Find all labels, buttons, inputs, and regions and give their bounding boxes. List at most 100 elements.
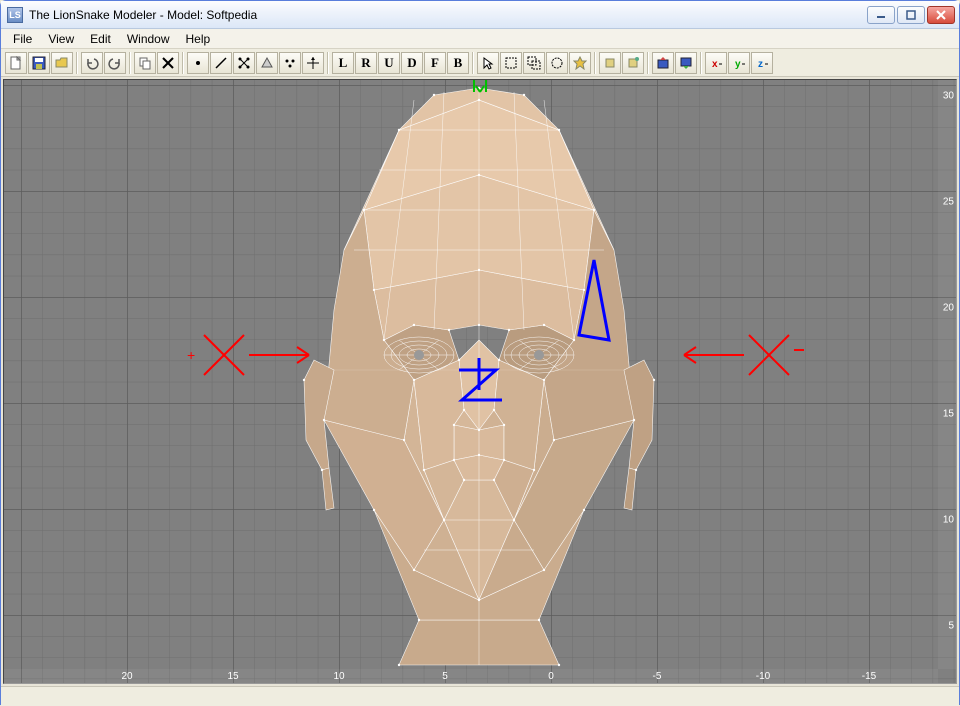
- face-tool-button[interactable]: [256, 52, 278, 74]
- toolbar: L R U D F B x y z: [1, 49, 959, 77]
- select-rect-button[interactable]: [500, 52, 522, 74]
- svg-text:y: y: [735, 59, 741, 70]
- separator: [700, 52, 702, 74]
- maximize-button[interactable]: [897, 6, 925, 24]
- select-rect-icon: [504, 56, 518, 70]
- move-icon: [306, 56, 320, 70]
- axis-y-icon: y: [732, 56, 746, 70]
- copy-icon: [138, 56, 152, 70]
- marker-b-icon: [626, 56, 640, 70]
- view-front-button[interactable]: F: [424, 52, 446, 74]
- point-tool-button[interactable]: [187, 52, 209, 74]
- viewport[interactable]: + 20: [3, 79, 957, 684]
- minimize-icon: [876, 10, 886, 20]
- ruler-x-tick: 5: [442, 671, 448, 682]
- open-icon: [55, 56, 69, 70]
- view-left-button[interactable]: L: [332, 52, 354, 74]
- axis-z-button[interactable]: z: [751, 52, 773, 74]
- menu-window[interactable]: Window: [119, 30, 178, 48]
- maximize-icon: [906, 10, 916, 20]
- menu-edit[interactable]: Edit: [82, 30, 119, 48]
- face-icon: [260, 56, 274, 70]
- select-add-button[interactable]: [523, 52, 545, 74]
- ruler-x-tick: -15: [862, 671, 876, 682]
- undo-button[interactable]: [81, 52, 103, 74]
- title-bar: LS The LionSnake Modeler - Model: Softpe…: [1, 1, 959, 29]
- select-button[interactable]: [477, 52, 499, 74]
- marker-b-button[interactable]: [622, 52, 644, 74]
- separator: [327, 52, 329, 74]
- ruler-y-tick: 20: [943, 303, 954, 314]
- crosshair-icon: [237, 56, 251, 70]
- new-file-icon: [9, 56, 23, 70]
- axis-x-button[interactable]: x: [705, 52, 727, 74]
- delete-icon: [161, 56, 175, 70]
- cursor-icon: [481, 56, 495, 70]
- ruler-vertical: 30 25 20 15 10 5: [938, 80, 956, 669]
- ruler-x-tick: -10: [756, 671, 770, 682]
- view-right-button[interactable]: R: [355, 52, 377, 74]
- export-button[interactable]: [652, 52, 674, 74]
- menu-file[interactable]: File: [5, 30, 40, 48]
- ruler-y-tick: 25: [943, 197, 954, 208]
- new-button[interactable]: [5, 52, 27, 74]
- viewport-container: + 20: [1, 77, 959, 686]
- move-tool-button[interactable]: [302, 52, 324, 74]
- ruler-x-tick: 15: [227, 671, 238, 682]
- open-button[interactable]: [51, 52, 73, 74]
- ruler-y-tick: 30: [943, 91, 954, 102]
- save-button[interactable]: [28, 52, 50, 74]
- redo-button[interactable]: [104, 52, 126, 74]
- undo-icon: [85, 56, 99, 70]
- point-icon: [191, 56, 205, 70]
- star-icon: [573, 56, 587, 70]
- axis-x-icon: x: [709, 56, 723, 70]
- ruler-horizontal: 20 15 10 5 0 -5 -10 -15: [4, 669, 938, 683]
- svg-text:z: z: [758, 59, 763, 70]
- select-add-icon: [527, 56, 541, 70]
- separator: [76, 52, 78, 74]
- save-icon: [32, 56, 46, 70]
- minimize-button[interactable]: [867, 6, 895, 24]
- close-icon: [936, 10, 946, 20]
- svg-text:+: +: [187, 347, 195, 363]
- import-button[interactable]: [675, 52, 697, 74]
- redo-icon: [108, 56, 122, 70]
- line-icon: [214, 56, 228, 70]
- separator: [182, 52, 184, 74]
- menu-view[interactable]: View: [40, 30, 82, 48]
- line-tool-button[interactable]: [210, 52, 232, 74]
- delete-button[interactable]: [157, 52, 179, 74]
- ruler-x-tick: -5: [653, 671, 662, 682]
- axis-z-icon: z: [755, 56, 769, 70]
- vertex-tool-button[interactable]: [279, 52, 301, 74]
- copy-button[interactable]: [134, 52, 156, 74]
- window-controls: [867, 6, 955, 24]
- ruler-y-tick: 10: [943, 515, 954, 526]
- ruler-x-tick: 0: [548, 671, 554, 682]
- status-bar: [1, 686, 959, 706]
- close-button[interactable]: [927, 6, 955, 24]
- crosshair-tool-button[interactable]: [233, 52, 255, 74]
- select-star-button[interactable]: [569, 52, 591, 74]
- separator: [129, 52, 131, 74]
- svg-text:x: x: [712, 59, 718, 70]
- menu-help[interactable]: Help: [178, 30, 219, 48]
- separator: [594, 52, 596, 74]
- window-title: The LionSnake Modeler - Model: Softpedia: [29, 8, 867, 22]
- model-canvas: +: [4, 80, 956, 683]
- separator: [647, 52, 649, 74]
- separator: [472, 52, 474, 74]
- view-back-button[interactable]: B: [447, 52, 469, 74]
- select-circle-button[interactable]: [546, 52, 568, 74]
- app-icon: LS: [7, 7, 23, 23]
- ruler-x-tick: 20: [121, 671, 132, 682]
- view-up-button[interactable]: U: [378, 52, 400, 74]
- ruler-y-tick: 5: [948, 621, 954, 632]
- export-icon: [656, 56, 670, 70]
- marker-a-button[interactable]: [599, 52, 621, 74]
- ruler-x-tick: 10: [333, 671, 344, 682]
- view-down-button[interactable]: D: [401, 52, 423, 74]
- import-icon: [679, 56, 693, 70]
- axis-y-button[interactable]: y: [728, 52, 750, 74]
